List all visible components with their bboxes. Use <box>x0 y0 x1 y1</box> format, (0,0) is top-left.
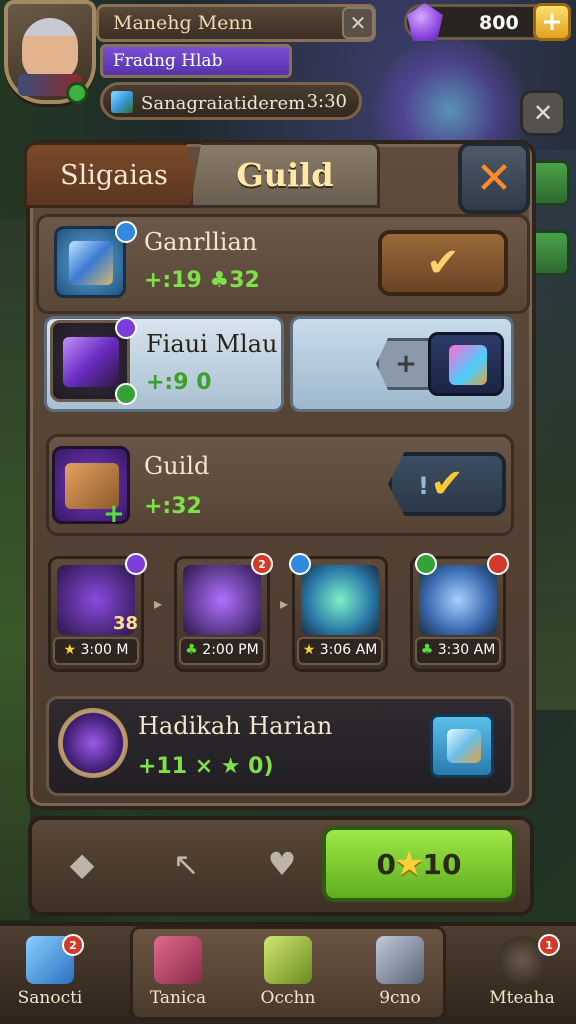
reward-time-text: 2:00 PM <box>202 642 259 658</box>
star-icon: ★ <box>63 642 77 658</box>
item-title: Guild <box>144 452 210 480</box>
cube-icon <box>111 91 133 113</box>
reward-time: ★ 3:00 M <box>53 637 139 665</box>
reward-slot-1[interactable]: 38 ★ 3:00 M <box>48 553 147 672</box>
slot-badge <box>115 221 137 243</box>
item-slot-wand[interactable] <box>54 221 137 298</box>
nav-label: Tanica <box>149 988 207 1008</box>
item-title: Hadikah Harian <box>138 712 333 740</box>
task-search-button[interactable] <box>430 714 494 778</box>
reward-time: ♣ 3:30 AM <box>415 637 501 665</box>
player-avatar[interactable] <box>4 0 96 104</box>
guild-emblem-icon[interactable]: ◆ <box>52 836 112 892</box>
sun-medallion-icon <box>58 708 128 778</box>
reward-badge <box>125 553 147 575</box>
player-title: Fradng Hlab <box>100 44 292 78</box>
nav-label: Occhn <box>260 988 316 1008</box>
slot-badge-top <box>115 317 137 339</box>
nav-label: Mteaha <box>489 988 555 1008</box>
confirm-button[interactable]: ! ✔ <box>388 452 506 516</box>
gear-block-icon <box>376 936 424 984</box>
wand-icon <box>69 241 113 285</box>
reward-time: ★ 3:06 AM <box>297 637 383 665</box>
side-close-button[interactable]: ✕ <box>520 90 566 136</box>
tab-guild[interactable]: Guild <box>190 142 380 208</box>
slot-badge-bottom <box>115 383 137 405</box>
side-button-2[interactable] <box>530 230 570 276</box>
player-name: Manehg Menn <box>96 4 376 42</box>
item-slot-guild[interactable]: + <box>52 446 130 529</box>
cube-icon <box>419 565 497 635</box>
gem-currency: 800 + <box>404 3 571 41</box>
reward-slot-2[interactable]: 2 ♣ 2:00 PM <box>174 553 273 672</box>
magnifier-icon <box>449 345 487 385</box>
status-text: Sanagraiatiderem <box>141 93 306 114</box>
gem-icon <box>407 3 443 41</box>
reward-badge: 2 <box>251 553 273 575</box>
item-title: Ganrllian <box>144 228 258 256</box>
side-button-1[interactable] <box>530 160 570 206</box>
notice-dot: ! <box>418 472 429 500</box>
reward-time-text: 3:00 M <box>80 642 129 658</box>
confirm-button[interactable]: ✔ <box>378 230 508 296</box>
nav-item-mteaha[interactable]: 1 Mteaha <box>472 930 572 1020</box>
star-icon: ★ <box>394 844 425 884</box>
nav-item-tanica[interactable]: Tanica <box>128 930 228 1020</box>
cursor-arrow-icon[interactable]: ↖ <box>156 836 216 892</box>
item-slot-scroll[interactable] <box>50 317 137 405</box>
tab-sligaias[interactable]: Sligaias <box>24 142 204 208</box>
nav-badge: 2 <box>62 934 84 956</box>
reward-badge <box>289 553 311 575</box>
nav-item-occhn[interactable]: Occhn <box>238 930 338 1020</box>
nav-label: 9cno <box>379 988 421 1008</box>
reward-badge <box>487 553 509 575</box>
arrow-separator-icon: ▸ <box>154 594 163 613</box>
status-bar: Sanagraiatiderem 3:30 <box>100 82 362 120</box>
magnifier-icon <box>447 729 481 763</box>
clover-icon: ♣ <box>185 642 198 658</box>
collect-right-value: 10 <box>422 847 462 881</box>
clover-icon: ♣ <box>420 642 434 658</box>
name-close-button[interactable]: ✕ <box>342 7 374 39</box>
heart-icon[interactable]: ♥ <box>252 836 312 892</box>
item-stat: +11 × ★ 0) <box>138 754 274 779</box>
nav-label: Sanocti <box>17 988 83 1008</box>
item-stat: +:9 0 <box>146 370 212 395</box>
reward-time-text: 3:30 AM <box>437 642 496 658</box>
reward-count: 38 <box>113 613 139 634</box>
reward-badge-left <box>415 553 437 575</box>
nav-item-9cno[interactable]: 9cno <box>350 930 450 1020</box>
gem-amount: 800 <box>479 12 519 34</box>
plus-icon: + <box>103 499 125 529</box>
star-icon: ★ <box>302 642 316 658</box>
scroll-icon <box>63 337 119 387</box>
block-icon <box>264 936 312 984</box>
arrow-separator-icon: ▸ <box>280 594 289 613</box>
panel-close-button[interactable]: ✕ <box>458 142 530 214</box>
collect-button[interactable]: 0 ★ 10 <box>322 826 516 902</box>
level-badge <box>66 82 88 104</box>
status-time: 3:30 <box>306 91 347 112</box>
nav-badge: 1 <box>538 934 560 956</box>
item-stat: +:19 ♣32 <box>144 268 260 293</box>
reward-slot-4[interactable]: ♣ 3:30 AM <box>410 553 509 672</box>
add-currency-button[interactable]: + <box>533 3 571 41</box>
item-stat: +:32 <box>144 494 202 519</box>
scroll-icon <box>183 565 261 635</box>
chest-icon <box>154 936 202 984</box>
add-swap-button[interactable]: + <box>376 338 436 390</box>
item-title: Fiaui Mlau <box>146 330 278 358</box>
reward-time-text: 3:06 AM <box>319 642 378 658</box>
crystal-icon <box>301 565 379 635</box>
avatar-face <box>22 18 78 82</box>
reward-slot-3[interactable]: ★ 3:06 AM <box>289 553 388 672</box>
reward-time: ♣ 2:00 PM <box>179 637 265 665</box>
nav-item-sanocti[interactable]: 2 Sanocti <box>0 930 100 1020</box>
swap-target-slot[interactable] <box>428 332 504 396</box>
